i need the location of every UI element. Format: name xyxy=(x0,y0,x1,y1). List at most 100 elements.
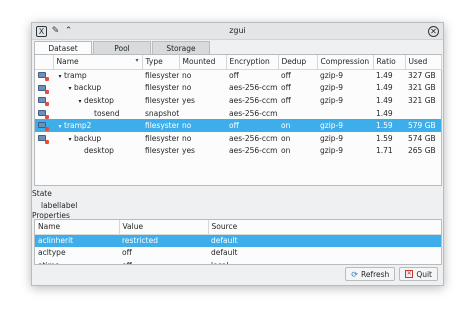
header-compression[interactable]: Compression xyxy=(317,55,374,70)
dataset-mounted-cell xyxy=(179,107,226,120)
dataset-row[interactable]: tosend snapshot aes-256-ccm 1.49 xyxy=(35,107,441,120)
dataset-type-cell: filesystem xyxy=(145,146,179,156)
dataset-compression-cell: gzip-9 xyxy=(317,119,373,132)
dataset-name-cell: ▾ desktop xyxy=(53,94,142,107)
dataset-name-cell: desktop xyxy=(53,145,142,158)
refresh-button[interactable]: ⟳ Refresh xyxy=(345,267,396,281)
dataset-dedup-cell xyxy=(278,107,317,120)
header-name[interactable]: Name ▾ xyxy=(53,55,143,70)
expand-arrow-icon[interactable]: ▾ xyxy=(66,136,74,143)
header-encryption[interactable]: Encryption xyxy=(226,55,279,70)
properties-table[interactable]: Name Value Source aclinherit restricted de… xyxy=(35,220,441,264)
dataset-icon-cell xyxy=(35,132,53,145)
dataset-type-cell: filesystem xyxy=(145,133,179,143)
title-bar[interactable]: X ✎ ⌃ zgui ✕ xyxy=(32,23,443,40)
tab-bar: Dataset Pool Storage xyxy=(34,41,211,54)
state-label: State xyxy=(32,189,52,198)
dataset-icon-cell xyxy=(35,107,53,120)
dataset-type-cell: filesystem xyxy=(145,83,179,93)
dataset-ratio-cell: 1.71 xyxy=(376,146,393,156)
dataset-ratio-cell: 1.49 xyxy=(376,71,393,81)
dataset-encryption-cell: aes-256-ccm xyxy=(229,83,278,93)
dataset-ratio-cell: 1.59 xyxy=(376,133,393,143)
dataset-name: tramp2 xyxy=(64,121,92,131)
dataset-encryption-cell: off xyxy=(229,71,239,81)
dataset-table[interactable]: Name ▾ Type Mounted Encryption Dedup Comp… xyxy=(35,55,442,157)
dataset-row[interactable]: ▾trampfilesystemnooffoffgzip-91.49327 GB xyxy=(35,69,441,82)
header-dedup[interactable]: Dedup xyxy=(278,55,318,70)
dataset-row[interactable]: ▾backupfilesystemnoaes-256-ccmoffgzip-91… xyxy=(35,82,441,95)
dataset-name-cell: ▾ tramp xyxy=(53,69,142,82)
property-row[interactable]: atimeofflocal xyxy=(35,259,441,264)
dataset-mounted-cell: yes xyxy=(182,146,195,156)
property-value-cell: restricted xyxy=(119,234,208,247)
dataset-used-cell: 327 GB xyxy=(408,71,436,81)
properties-header-row: Name Value Source xyxy=(35,220,441,235)
header-used[interactable]: Used xyxy=(405,55,442,70)
dataset-compression-cell xyxy=(317,107,373,120)
property-value-cell: off xyxy=(119,259,208,264)
properties-table-body: aclinherit restricted default acltype off def… xyxy=(35,234,441,264)
header-type[interactable]: Type xyxy=(142,55,180,70)
dataset-row[interactable]: ▾backupfilesystemnoaes-256-ccmongzip-91.… xyxy=(35,132,441,145)
tab-dataset[interactable]: Dataset xyxy=(34,41,92,54)
close-icon[interactable]: ✕ xyxy=(428,26,439,37)
drive-icon xyxy=(38,121,49,132)
header-prop-value[interactable]: Value xyxy=(119,220,209,235)
dataset-name-cell: ▾ backup xyxy=(53,82,142,95)
expand-arrow-icon[interactable]: ▾ xyxy=(76,98,84,105)
drive-icon xyxy=(38,84,49,94)
dataset-compression-cell: gzip-9 xyxy=(320,146,344,156)
dataset-name: desktop xyxy=(84,95,114,105)
quit-icon: ✕ xyxy=(405,270,414,278)
dataset-icon-cell xyxy=(35,119,53,132)
dataset-icon-cell xyxy=(35,94,53,107)
drive-icon xyxy=(38,96,49,107)
dataset-ratio-cell: 1.59 xyxy=(373,119,405,132)
dataset-compression-cell: gzip-9 xyxy=(320,95,344,105)
dataset-name-cell: tosend xyxy=(53,107,142,120)
dataset-type-cell: filesystem xyxy=(145,95,179,105)
property-source-cell: default xyxy=(208,234,441,247)
dataset-ratio-cell: 1.49 xyxy=(376,83,393,93)
dataset-compression-cell: gzip-9 xyxy=(320,83,344,93)
dataset-mounted-cell: yes xyxy=(182,95,195,105)
drive-icon xyxy=(38,71,49,82)
dataset-name: tosend xyxy=(94,108,120,118)
quit-button[interactable]: ✕ Quit xyxy=(399,267,438,281)
dataset-dedup-cell: on xyxy=(278,119,317,132)
header-mounted[interactable]: Mounted xyxy=(179,55,227,70)
dataset-header-row: Name ▾ Type Mounted Encryption Dedup Comp… xyxy=(35,55,442,70)
dataset-row[interactable]: ▾tramp2filesystemnooffongzip-91.59579 GB xyxy=(35,119,441,132)
header-prop-source[interactable]: Source xyxy=(208,220,441,235)
expand-arrow-icon[interactable]: ▾ xyxy=(66,85,74,92)
property-source-cell: local xyxy=(208,259,441,264)
expand-arrow-icon[interactable]: ▾ xyxy=(56,73,64,80)
dataset-used-cell: 579 GB xyxy=(405,119,441,132)
expand-arrow-icon[interactable]: ▾ xyxy=(56,123,64,130)
dataset-mounted-cell: no xyxy=(179,119,226,132)
dataset-mounted-cell: no xyxy=(182,83,192,93)
refresh-icon: ⟳ xyxy=(351,269,358,279)
header-ratio[interactable]: Ratio xyxy=(373,55,406,70)
dataset-row[interactable]: ▾desktopfilesystemyesaes-256-ccmoffgzip-… xyxy=(35,94,441,107)
window-title: zgui xyxy=(229,26,246,35)
dataset-type-cell: snapshot xyxy=(145,108,179,118)
dataset-name: desktop xyxy=(84,146,114,156)
property-row[interactable]: aclinherit restricted default xyxy=(35,234,441,247)
property-row[interactable]: acltype off default xyxy=(35,247,441,260)
header-icon xyxy=(35,55,54,70)
dataset-panel: Name ▾ Type Mounted Encryption Dedup Comp… xyxy=(34,54,442,186)
dataset-ratio-cell: 1.49 xyxy=(376,95,393,105)
dataset-table-body: ▾trampfilesystemnooffoffgzip-91.49327 GB… xyxy=(35,69,441,157)
dataset-icon-cell xyxy=(35,145,53,158)
dataset-encryption-cell: aes-256-ccm xyxy=(229,146,278,156)
header-prop-name[interactable]: Name xyxy=(35,220,120,235)
dataset-used-cell: 265 GB xyxy=(408,146,436,156)
tab-storage[interactable]: Storage xyxy=(152,41,210,54)
dataset-row[interactable]: desktop filesystemyes aes-256-ccmon gzip-9 1… xyxy=(35,145,441,158)
button-bar: ⟳ Refresh ✕ Quit xyxy=(345,267,438,281)
tab-pool[interactable]: Pool xyxy=(93,41,151,54)
dataset-icon-cell xyxy=(35,82,53,95)
dataset-name-cell: ▾ tramp2 xyxy=(53,119,142,132)
